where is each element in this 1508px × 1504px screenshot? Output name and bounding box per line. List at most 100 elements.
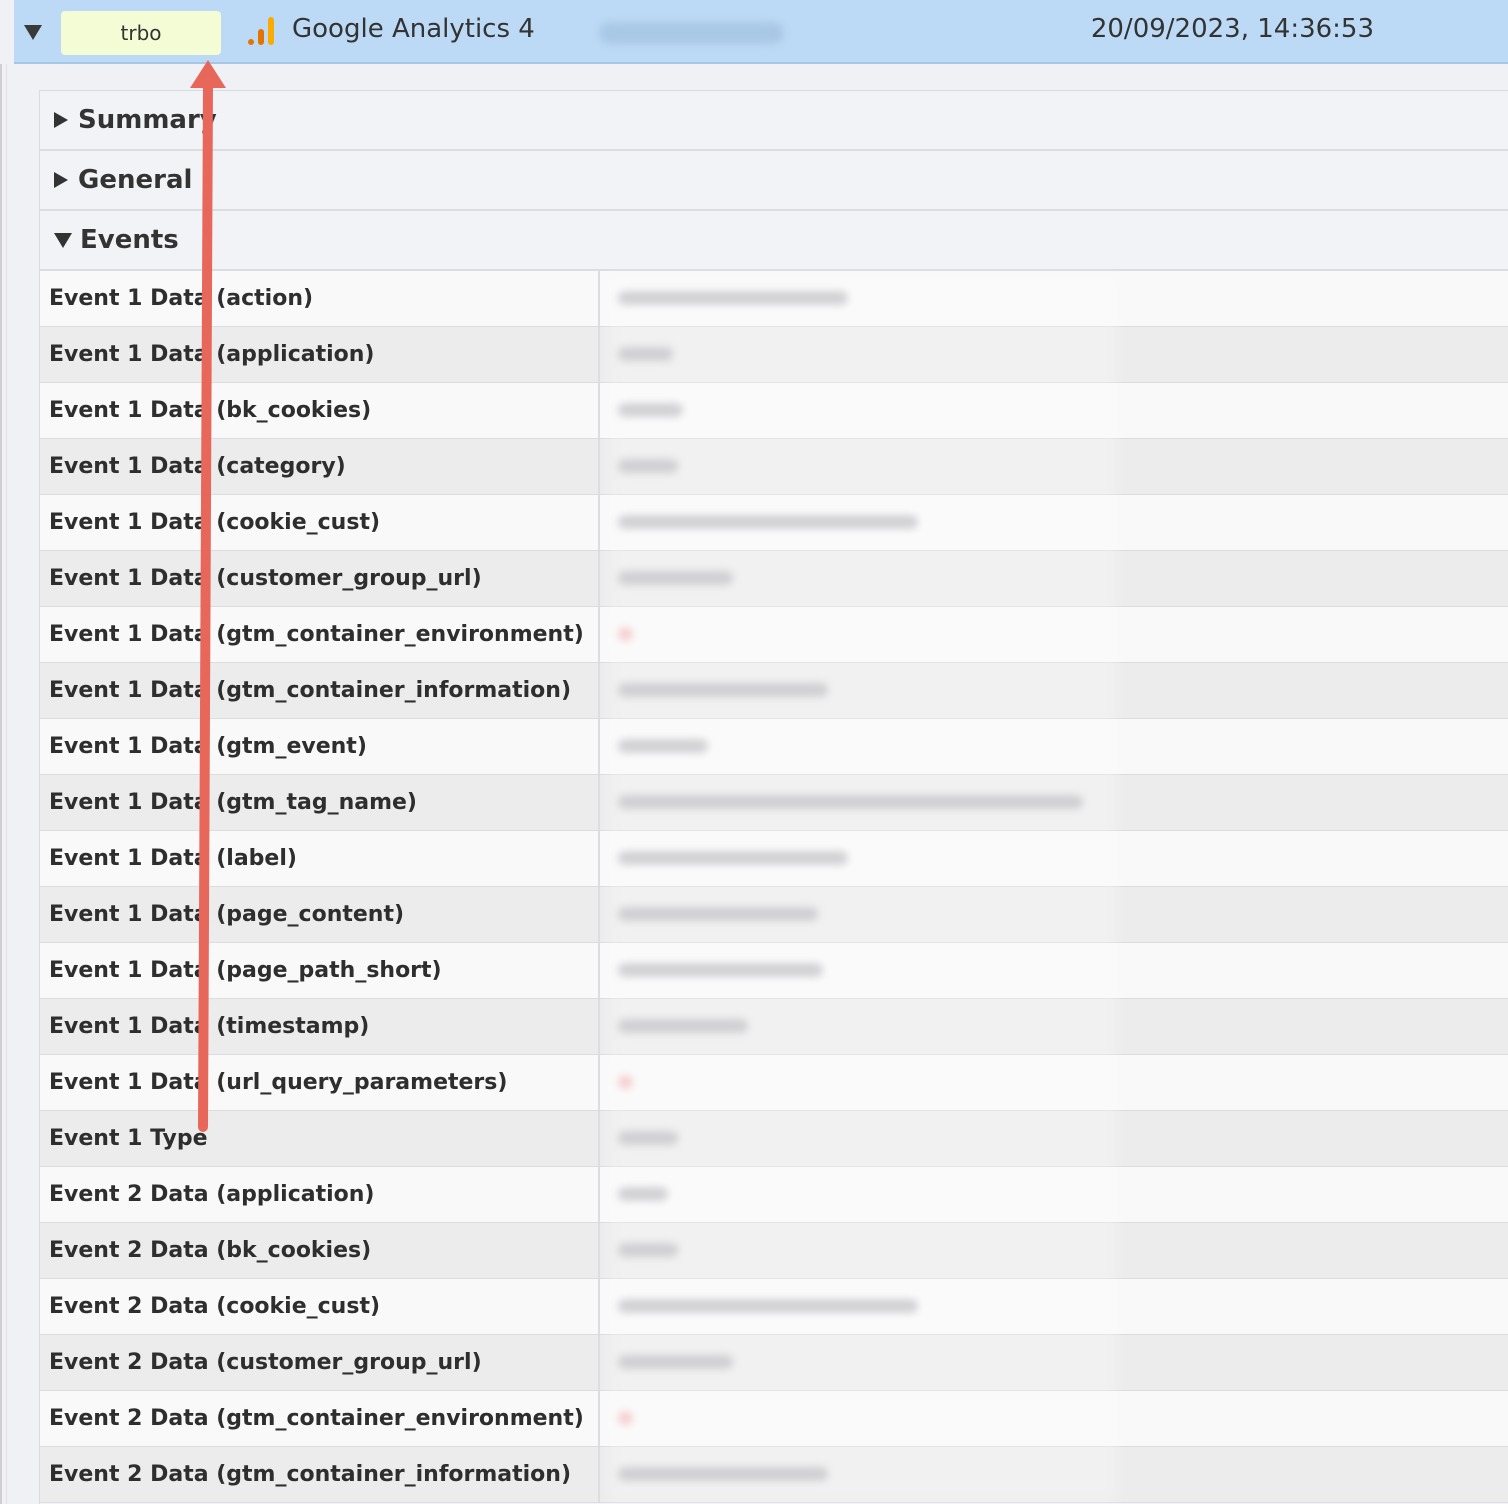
row-value-redacted xyxy=(600,1223,1508,1278)
section-summary[interactable]: Summary xyxy=(40,91,1508,151)
row-label: Event 1 Data (page_path_short) xyxy=(40,943,600,998)
row-label: Event 1 Data (page_content) xyxy=(40,887,600,942)
triangle-down-icon[interactable] xyxy=(24,25,42,40)
triangle-down-icon xyxy=(54,232,72,248)
table-row[interactable]: Event 1 Data (gtm_container_environment) xyxy=(40,607,1508,663)
row-value-redacted xyxy=(600,551,1508,606)
row-label: Event 1 Data (category) xyxy=(40,439,600,494)
request-timestamp: 20/09/2023, 14:36:53 xyxy=(1090,14,1374,44)
redacted-value xyxy=(618,627,633,641)
section-general[interactable]: General xyxy=(40,151,1508,211)
row-value-redacted xyxy=(600,383,1508,438)
left-border-inner xyxy=(6,64,7,1504)
section-events[interactable]: Events xyxy=(40,211,1508,271)
google-analytics-icon xyxy=(248,17,274,45)
row-value-redacted xyxy=(600,887,1508,942)
row-value-redacted xyxy=(600,1335,1508,1390)
redacted-value xyxy=(618,1299,918,1313)
row-label: Event 1 Data (customer_group_url) xyxy=(40,551,600,606)
redacted-value xyxy=(618,963,823,977)
table-row[interactable]: Event 1 Data (action) xyxy=(40,271,1508,327)
section-label: Summary xyxy=(78,105,217,135)
table-row[interactable]: Event 1 Data (cookie_cust) xyxy=(40,495,1508,551)
row-label: Event 1 Data (gtm_container_information) xyxy=(40,663,600,718)
tool-title: Google Analytics 4 xyxy=(292,14,535,44)
row-label: Event 1 Data (application) xyxy=(40,327,600,382)
row-label: Event 1 Type xyxy=(40,1111,600,1166)
row-value-redacted xyxy=(600,439,1508,494)
redacted-value xyxy=(618,571,733,585)
table-row[interactable]: Event 1 Data (bk_cookies) xyxy=(40,383,1508,439)
row-label: Event 1 Data (gtm_tag_name) xyxy=(40,775,600,830)
row-label: Event 1 Data (action) xyxy=(40,271,600,326)
table-row[interactable]: Event 1 Data (application) xyxy=(40,327,1508,383)
row-value-redacted xyxy=(600,663,1508,718)
row-value-redacted xyxy=(600,943,1508,998)
redacted-value xyxy=(618,1411,633,1425)
row-label: Event 2 Data (bk_cookies) xyxy=(40,1223,600,1278)
row-value-redacted xyxy=(600,607,1508,662)
row-label: Event 2 Data (gtm_container_environment) xyxy=(40,1391,600,1446)
row-label: Event 2 Data (application) xyxy=(40,1167,600,1222)
row-value-redacted xyxy=(600,1391,1508,1446)
redacted-value xyxy=(618,1075,633,1089)
row-label: Event 1 Data (label) xyxy=(40,831,600,886)
row-label: Event 1 Data (gtm_container_environment) xyxy=(40,607,600,662)
redacted-value xyxy=(618,1355,733,1369)
table-row[interactable]: Event 2 Data (application) xyxy=(40,1167,1508,1223)
row-label: Event 2 Data (cookie_cust) xyxy=(40,1279,600,1334)
redacted-value xyxy=(618,459,678,473)
table-row[interactable]: Event 1 Data (url_query_parameters) xyxy=(40,1055,1508,1111)
request-header-row[interactable]: trbo Google Analytics 4 20/09/2023, 14:3… xyxy=(14,0,1508,64)
row-label: Event 2 Data (customer_group_url) xyxy=(40,1335,600,1390)
table-row[interactable]: Event 2 Data (cookie_cust) xyxy=(40,1279,1508,1335)
table-row[interactable]: Event 1 Type xyxy=(40,1111,1508,1167)
row-value-redacted xyxy=(600,831,1508,886)
row-value-redacted xyxy=(600,495,1508,550)
table-row[interactable]: Event 2 Data (gtm_container_environment) xyxy=(40,1391,1508,1447)
tag-badge: trbo xyxy=(61,11,221,55)
details-panel: Summary General Events Event 1 Data (act… xyxy=(39,90,1508,1504)
row-label: Event 1 Data (cookie_cust) xyxy=(40,495,600,550)
row-value-redacted xyxy=(600,1055,1508,1110)
redacted-value xyxy=(618,907,818,921)
row-value-redacted xyxy=(600,999,1508,1054)
table-row[interactable]: Event 2 Data (customer_group_url) xyxy=(40,1335,1508,1391)
redacted-id xyxy=(599,22,784,44)
row-value-redacted xyxy=(600,1111,1508,1166)
table-row[interactable]: Event 1 Data (gtm_tag_name) xyxy=(40,775,1508,831)
redacted-value xyxy=(618,403,683,417)
table-row[interactable]: Event 1 Data (label) xyxy=(40,831,1508,887)
redacted-value xyxy=(618,515,918,529)
redacted-value xyxy=(618,347,673,361)
table-row[interactable]: Event 1 Data (category) xyxy=(40,439,1508,495)
row-label: Event 1 Data (url_query_parameters) xyxy=(40,1055,600,1110)
row-value-redacted xyxy=(600,1167,1508,1222)
table-row[interactable]: Event 1 Data (gtm_container_information) xyxy=(40,663,1508,719)
table-row[interactable]: Event 1 Data (timestamp) xyxy=(40,999,1508,1055)
table-row[interactable]: Event 1 Data (page_content) xyxy=(40,887,1508,943)
row-label: Event 1 Data (bk_cookies) xyxy=(40,383,600,438)
row-label: Event 1 Data (timestamp) xyxy=(40,999,600,1054)
table-row[interactable]: Event 1 Data (customer_group_url) xyxy=(40,551,1508,607)
table-row[interactable]: Event 1 Data (page_path_short) xyxy=(40,943,1508,999)
table-row[interactable]: Event 2 Data (gtm_container_information) xyxy=(40,1447,1508,1503)
table-row[interactable]: Event 1 Data (gtm_event) xyxy=(40,719,1508,775)
events-table: Event 1 Data (action) Event 1 Data (appli… xyxy=(40,271,1508,1503)
row-value-redacted xyxy=(600,719,1508,774)
redacted-value xyxy=(618,795,1083,809)
row-label: Event 2 Data (gtm_container_information) xyxy=(40,1447,600,1502)
triangle-right-icon xyxy=(54,172,68,188)
row-value-redacted xyxy=(600,327,1508,382)
row-label: Event 1 Data (gtm_event) xyxy=(40,719,600,774)
redacted-value xyxy=(618,1131,678,1145)
redacted-value xyxy=(618,1467,828,1481)
tag-label: trbo xyxy=(120,21,162,45)
redacted-value xyxy=(618,683,828,697)
redacted-value xyxy=(618,1187,668,1201)
section-label: General xyxy=(78,165,193,195)
redacted-value xyxy=(618,291,848,305)
table-row[interactable]: Event 2 Data (bk_cookies) xyxy=(40,1223,1508,1279)
row-value-redacted xyxy=(600,775,1508,830)
row-value-redacted xyxy=(600,271,1508,326)
